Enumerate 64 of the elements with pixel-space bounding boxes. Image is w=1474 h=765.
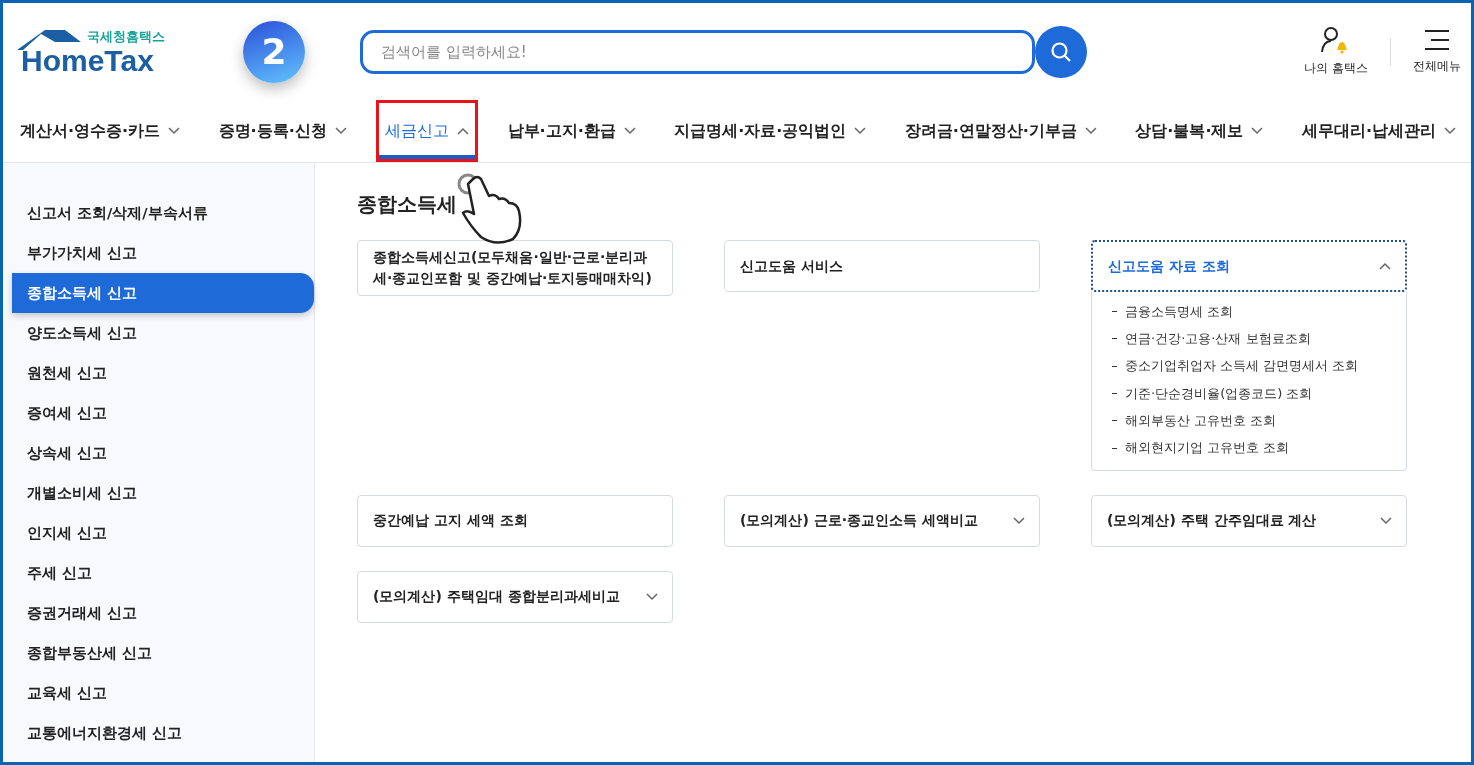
- search-field[interactable]: 검색어를 입력하세요!: [360, 29, 1035, 74]
- sidebar-item[interactable]: 주세 신고: [12, 553, 314, 593]
- sidebar-item[interactable]: 증권거래세 신고: [12, 593, 314, 633]
- logo-wordmark: HomeTax: [21, 45, 154, 76]
- sidebar-item[interactable]: 종합부동산세 신고: [12, 633, 314, 673]
- dropdown-card[interactable]: (모의계산) 주택 간주임대료 계산: [1091, 494, 1407, 547]
- logo-caption: 국세청홈택스: [87, 27, 165, 46]
- dash-icon: [1112, 338, 1117, 340]
- caret-down-icon: [1013, 516, 1025, 525]
- caret-down-icon: [1084, 127, 1097, 135]
- sidebar-item[interactable]: 신고서 조회/삭제/부속서류: [12, 193, 314, 233]
- caret-up-icon: [457, 127, 470, 135]
- submenu-link[interactable]: 연금·건강·고용·산재 보험료조회: [1112, 325, 1390, 353]
- sidebar-item[interactable]: 개별소비세 신고: [12, 473, 314, 513]
- nav-tab[interactable]: 세무대리·납세관리: [1292, 100, 1465, 162]
- nav-tab[interactable]: 납부·고지·환급: [498, 100, 645, 162]
- step-badge: 2: [243, 20, 305, 83]
- caret-down-icon: [1443, 127, 1456, 135]
- search-button[interactable]: [1035, 25, 1087, 78]
- caret-down-icon: [168, 127, 181, 135]
- submenu-link[interactable]: 중소기업취업자 소득세 감면명세서 조회: [1112, 352, 1390, 380]
- dropdown-card[interactable]: (모의계산) 근로·종교인소득 세액비교: [724, 494, 1040, 547]
- sidebar-item[interactable]: 양도소득세 신고: [12, 313, 314, 353]
- link-card[interactable]: 중간예납 고지 세액 조회: [357, 494, 673, 547]
- submenu-link[interactable]: 해외부동산 고유번호 조회: [1112, 407, 1390, 435]
- all-menu-button[interactable]: 전체메뉴: [1413, 28, 1461, 75]
- hometax-logo[interactable]: 국세청홈택스 HomeTax: [13, 27, 183, 76]
- nav-tab[interactable]: 계산서·영수증·카드: [11, 100, 190, 162]
- sidebar-item[interactable]: 교육세 신고: [12, 673, 314, 713]
- nav-tab[interactable]: 지급명세·자료·공익법인: [665, 100, 876, 162]
- sidebar-item[interactable]: 상속세 신고: [12, 433, 314, 473]
- section-title: 종합소득세: [357, 191, 458, 218]
- dash-icon: [1112, 393, 1117, 395]
- submenu-link[interactable]: 금융소득명세 조회: [1112, 298, 1390, 326]
- submenu-link[interactable]: 기준·단순경비율(업종코드) 조회: [1112, 379, 1390, 408]
- search-icon: [1050, 40, 1072, 63]
- caret-down-icon: [1251, 127, 1264, 135]
- sidebar-item[interactable]: 종합소득세 신고: [12, 273, 314, 313]
- sidebar-item[interactable]: 원천세 신고: [12, 353, 314, 393]
- dropdown-card[interactable]: 신고도움 자료 조회: [1091, 240, 1407, 292]
- caret-down-icon: [623, 127, 636, 135]
- sidebar-item[interactable]: 부가가치세 신고: [12, 233, 314, 273]
- caret-down-icon: [646, 592, 658, 601]
- dash-icon: [1112, 365, 1117, 367]
- nav-tab[interactable]: 상담·불복·제보: [1126, 100, 1273, 162]
- sidebar-item[interactable]: 증여세 신고: [12, 393, 314, 433]
- submenu-link[interactable]: 해외현지기업 고유번호 조회: [1112, 434, 1390, 462]
- dash-icon: [1112, 420, 1117, 422]
- dash-icon: [1112, 311, 1117, 313]
- dash-icon: [1112, 447, 1117, 449]
- dropdown-card[interactable]: (모의계산) 주택임대 종합분리과세비교: [357, 570, 673, 623]
- caret-down-icon: [334, 127, 347, 135]
- nav-tab[interactable]: 세금신고: [376, 100, 479, 162]
- caret-up-icon: [1379, 262, 1391, 270]
- nav-tab[interactable]: 장려금·연말정산·기부금: [895, 100, 1106, 162]
- link-card[interactable]: 종합소득세신고(모두채움·일반·근로·분리과세·종교인포함 및 중간예납·토지등매매차익): [357, 240, 673, 296]
- sidebar-item[interactable]: 교통에너지환경세 신고: [12, 713, 314, 753]
- menu-icon: [1423, 28, 1451, 52]
- sidebar-item[interactable]: 인지세 신고: [12, 513, 314, 553]
- my-hometax-button[interactable]: 나의 홈택스: [1304, 26, 1368, 77]
- nav-tab[interactable]: 증명·등록·신청: [209, 100, 356, 162]
- link-card[interactable]: 신고도움 서비스: [724, 240, 1040, 292]
- caret-down-icon: [854, 127, 867, 135]
- caret-down-icon: [1380, 516, 1392, 525]
